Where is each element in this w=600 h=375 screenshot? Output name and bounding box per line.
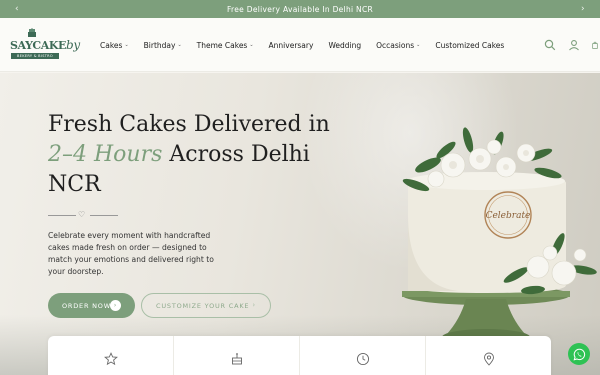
feature-fresh bbox=[174, 336, 300, 375]
customize-cake-button[interactable]: CUSTOMIZE YOUR CAKE › bbox=[141, 293, 271, 318]
nav-item-wedding[interactable]: Wedding bbox=[328, 41, 361, 50]
clock-icon bbox=[356, 352, 369, 366]
announcement-bar: ‹ Free Delivery Available In Delhi NCR › bbox=[0, 0, 600, 18]
chevron-down-icon: ⌄ bbox=[177, 42, 182, 48]
arrow-right-icon: › bbox=[110, 300, 121, 311]
heart-icon: ♡ bbox=[78, 210, 86, 219]
chevron-down-icon: ⌄ bbox=[124, 42, 129, 48]
cake-topper-text: Celebrate bbox=[486, 211, 531, 221]
feature-delivery-time bbox=[300, 336, 426, 375]
main-nav: Cakes ⌄ Birthday ⌄ Theme Cakes ⌄ Anniversar… bbox=[100, 18, 519, 72]
nav-item-cakes[interactable]: Cakes ⌄ bbox=[100, 41, 129, 50]
search-icon[interactable] bbox=[544, 39, 556, 51]
logo-brand: SAYCAKEby bbox=[10, 38, 80, 52]
site-header: SAYCAKEby BEKERY & BISTRO Cakes ⌄ Birthda… bbox=[0, 18, 600, 72]
hero-description: Celebrate every moment with handcrafted … bbox=[48, 231, 214, 276]
logo-tagline: BEKERY & BISTRO bbox=[11, 53, 59, 59]
chevron-down-icon: ⌄ bbox=[416, 42, 421, 48]
nav-item-birthday[interactable]: Birthday ⌄ bbox=[144, 41, 182, 50]
chevron-left-icon[interactable]: ‹ bbox=[8, 0, 26, 18]
hero-divider: ♡ bbox=[48, 210, 118, 220]
star-icon bbox=[103, 352, 118, 366]
nav-item-occasions[interactable]: Occasions ⌄ bbox=[376, 41, 420, 50]
whatsapp-chat-button[interactable] bbox=[568, 343, 590, 365]
chevron-down-icon: ⌄ bbox=[249, 42, 254, 48]
hero-section: Fresh Cakes Delivered in 2–4 Hours Acros… bbox=[0, 73, 600, 375]
cake-icon bbox=[231, 353, 242, 365]
order-now-button[interactable]: ORDER NOW › bbox=[48, 293, 135, 318]
feature-quality bbox=[48, 336, 174, 375]
announcement-text: Free Delivery Available In Delhi NCR bbox=[226, 4, 374, 14]
logo-cake-icon bbox=[28, 28, 36, 37]
hero-cake-image: Celebrate bbox=[402, 127, 597, 345]
account-icon[interactable] bbox=[568, 39, 580, 51]
nav-item-customized-cakes[interactable]: Customized Cakes bbox=[435, 41, 504, 50]
whatsapp-icon bbox=[573, 348, 585, 360]
hero-title: Fresh Cakes Delivered in 2–4 Hours Acros… bbox=[48, 112, 330, 197]
header-actions bbox=[544, 18, 600, 72]
feature-location bbox=[426, 336, 551, 375]
chevron-right-icon[interactable]: › bbox=[574, 0, 592, 18]
hero-title-accent: 2–4 Hours bbox=[48, 142, 163, 167]
arrow-right-icon: › bbox=[252, 301, 256, 309]
nav-item-theme-cakes[interactable]: Theme Cakes ⌄ bbox=[197, 41, 254, 50]
features-bar bbox=[48, 336, 551, 375]
logo[interactable]: SAYCAKEby BEKERY & BISTRO bbox=[10, 28, 80, 64]
nav-item-anniversary[interactable]: Anniversary bbox=[269, 41, 314, 50]
cart-icon[interactable] bbox=[592, 39, 600, 51]
location-icon bbox=[483, 352, 494, 366]
